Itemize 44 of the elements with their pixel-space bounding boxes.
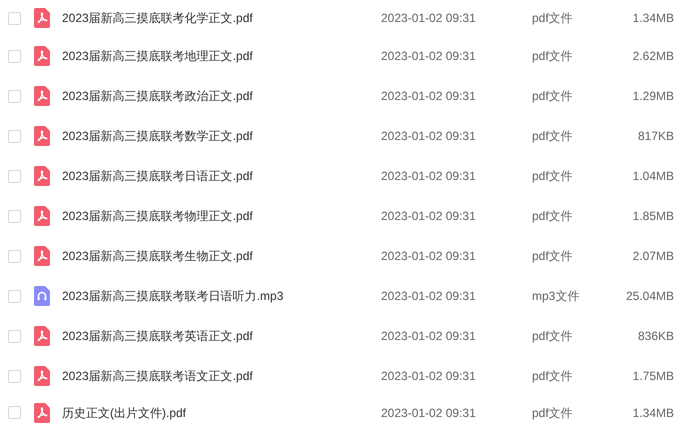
modified-date: 2023-01-02 09:31 [381,88,477,105]
file-type: pdf文件 [532,128,574,145]
file-size: 2.07MB [632,248,674,265]
modified-date: 2023-01-02 09:31 [381,404,477,422]
modified-date: 2023-01-02 09:31 [381,168,477,185]
file-name: 2023届新高三摸底联考地理正文.pdf [62,48,254,65]
file-type: pdf文件 [532,88,574,105]
file-name: 历史正文(出片文件).pdf [62,404,188,422]
modified-date: 2023-01-02 09:31 [381,48,477,65]
file-size: 1.29MB [632,88,674,105]
file-name: 2023届新高三摸底联考英语正文.pdf [62,328,254,345]
file-name: 2023届新高三摸底联考物理正文.pdf [62,208,254,225]
file-type: mp3文件 [532,288,580,305]
file-size: 1.85MB [632,208,674,225]
file-name: 2023届新高三摸底联考生物正文.pdf [62,248,254,265]
file-type: pdf文件 [532,328,574,345]
modified-date: 2023-01-02 09:31 [381,248,477,265]
file-name: 2023届新高三摸底联考政治正文.pdf [62,88,254,105]
file-type: pdf文件 [532,404,574,422]
file-type: pdf文件 [532,368,574,385]
file-size: 1.04MB [632,168,674,185]
file-type: pdf文件 [532,168,574,185]
file-name: 2023届新高三摸底联考化学正文.pdf [62,10,254,27]
file-size: 1.75MB [632,368,674,385]
file-size: 1.34MB [632,404,674,422]
file-type: pdf文件 [532,48,574,65]
modified-date: 2023-01-02 09:31 [381,288,477,305]
file-type: pdf文件 [532,248,574,265]
file-size: 817KB [636,128,674,145]
file-size: 836KB [636,328,674,345]
file-name: 2023届新高三摸底联考日语正文.pdf [62,168,254,185]
modified-date: 2023-01-02 09:31 [381,10,477,27]
modified-date: 2023-01-02 09:31 [381,368,477,385]
modified-date: 2023-01-02 09:31 [381,128,477,145]
file-name: 2023届新高三摸底联考联考日语听力.mp3 [62,288,284,305]
file-size: 1.34MB [632,10,674,27]
file-name: 2023届新高三摸底联考语文正文.pdf [62,368,254,385]
file-size: 2.62MB [632,48,674,65]
file-type: pdf文件 [532,10,574,27]
modified-date: 2023-01-02 09:31 [381,328,477,345]
file-name: 2023届新高三摸底联考数学正文.pdf [62,128,254,145]
file-type: pdf文件 [532,208,574,225]
modified-date: 2023-01-02 09:31 [381,208,477,225]
file-size: 25.04MB [624,288,674,305]
